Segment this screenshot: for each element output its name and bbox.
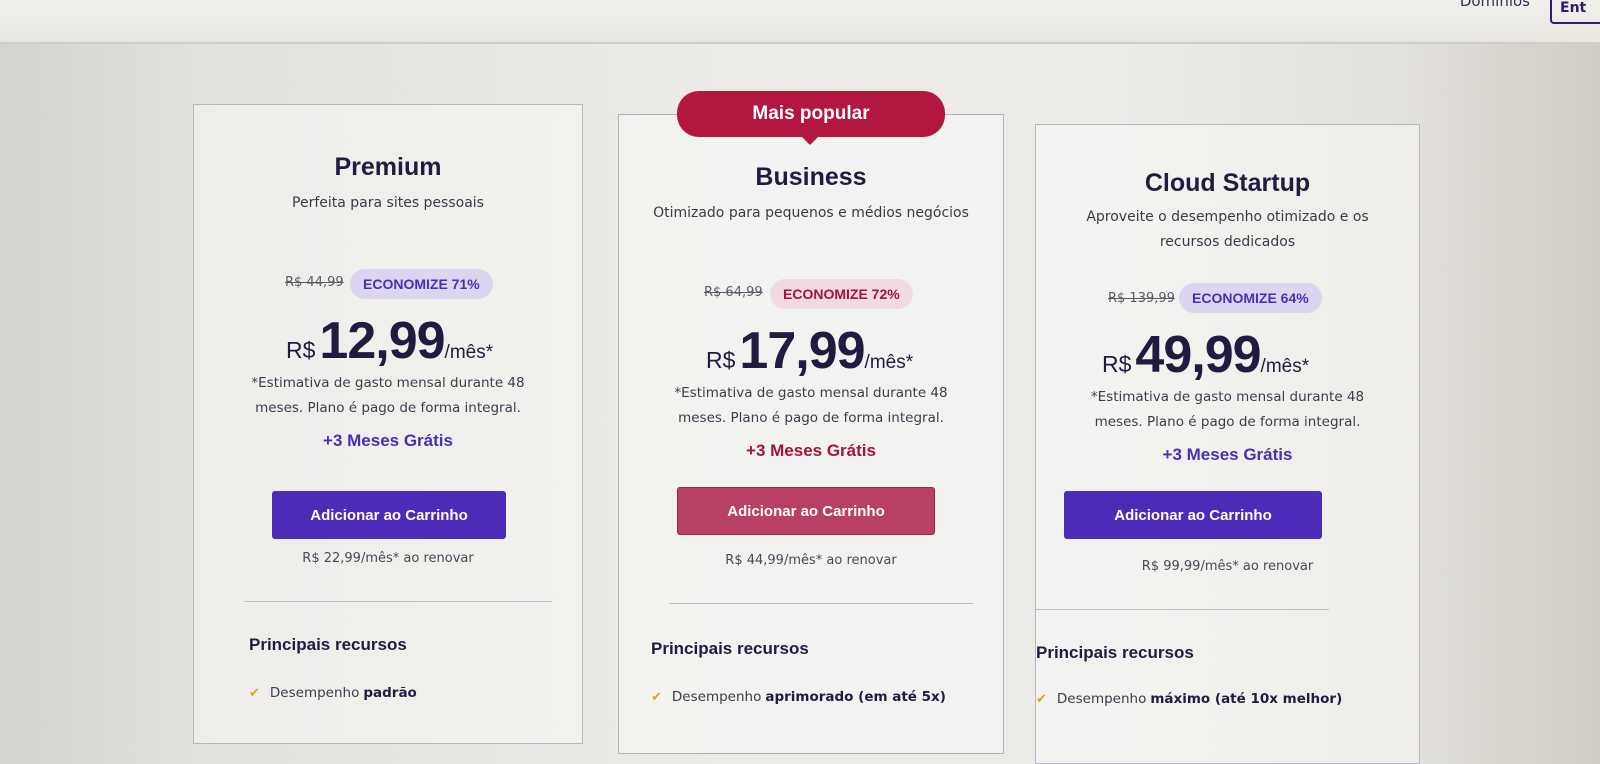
most-popular-badge: Mais popular bbox=[677, 91, 945, 145]
discount-badge: ECONOMIZE 64% bbox=[1179, 283, 1322, 313]
divider bbox=[669, 603, 973, 604]
price-period: /mês* bbox=[444, 342, 494, 363]
feature-label: Desempenho bbox=[1056, 691, 1147, 707]
plan-card-cloud-startup: Cloud Startup Aproveite o desempenho oti… bbox=[1035, 124, 1420, 764]
feature-label: Desempenho bbox=[671, 689, 762, 705]
price-currency: R$ bbox=[286, 337, 316, 363]
price-amount: 49,99 bbox=[1135, 326, 1261, 384]
renewal-price: R$ 44,99/mês* ao renovar bbox=[725, 553, 897, 568]
plan-subtitle: Otimizado para pequenos e médios negócio… bbox=[653, 205, 969, 221]
feature-value: padrão bbox=[363, 685, 417, 701]
plan-card-premium: Premium Perfeita para sites pessoais R$ … bbox=[193, 104, 583, 744]
divider bbox=[244, 601, 552, 602]
price-note: *Estimativa de gasto mensal durante 48 m… bbox=[251, 375, 525, 416]
renewal-price: R$ 99,99/mês* ao renovar bbox=[1141, 559, 1314, 574]
old-price: R$ 64,99 bbox=[704, 285, 763, 300]
plan-price: R$ 49,99 /mês* bbox=[1102, 325, 1309, 385]
add-to-cart-button[interactable]: Adicionar ao Carrinho bbox=[272, 491, 506, 539]
plan-title: Premium bbox=[334, 153, 442, 181]
feature-item: ✔ Desempenho máximo (até 10x melhor) bbox=[1036, 691, 1342, 707]
plan-title: Cloud Startup bbox=[1144, 169, 1311, 197]
price-amount: 12,99 bbox=[319, 312, 445, 370]
features-title: Principais recursos bbox=[651, 639, 809, 658]
login-button[interactable]: Ent bbox=[1550, 0, 1600, 24]
plan-card-business: Business Otimizado para pequenos e médio… bbox=[618, 114, 1004, 754]
discount-badge: ECONOMIZE 71% bbox=[350, 269, 493, 299]
top-navigation-bar: Domínios Ent bbox=[0, 0, 1600, 44]
price-currency: R$ bbox=[1102, 351, 1132, 377]
add-to-cart-button[interactable]: Adicionar ao Carrinho bbox=[1064, 491, 1322, 539]
bonus-months: +3 Meses Grátis bbox=[323, 431, 453, 450]
plan-title: Business bbox=[755, 163, 867, 191]
check-icon: ✔ bbox=[249, 685, 260, 701]
price-currency: R$ bbox=[706, 347, 736, 373]
features-title: Principais recursos bbox=[1036, 643, 1194, 662]
price-period: /mês* bbox=[1260, 356, 1310, 377]
old-price: R$ 139,99 bbox=[1108, 291, 1175, 306]
divider bbox=[1036, 609, 1329, 610]
price-period: /mês* bbox=[864, 352, 914, 373]
add-to-cart-button[interactable]: Adicionar ao Carrinho bbox=[677, 487, 935, 535]
bonus-months: +3 Meses Grátis bbox=[746, 441, 876, 460]
plan-price: R$ 12,99 /mês* bbox=[286, 311, 493, 371]
bonus-months: +3 Meses Grátis bbox=[1162, 445, 1293, 464]
plan-subtitle: Perfeita para sites pessoais bbox=[292, 195, 484, 211]
feature-value: aprimorado (em até 5x) bbox=[765, 689, 946, 705]
check-icon: ✔ bbox=[1036, 691, 1047, 707]
feature-item: ✔ Desempenho aprimorado (em até 5x) bbox=[651, 689, 946, 705]
renewal-price: R$ 22,99/mês* ao renovar bbox=[302, 551, 474, 566]
plan-subtitle: Aproveite o desempenho otimizado e os re… bbox=[1086, 209, 1369, 250]
check-icon: ✔ bbox=[651, 689, 662, 705]
feature-label: Desempenho bbox=[269, 685, 360, 701]
nav-link-domains[interactable]: Domínios bbox=[1460, 0, 1530, 10]
price-note: *Estimativa de gasto mensal durante 48 m… bbox=[674, 385, 948, 426]
price-amount: 17,99 bbox=[739, 322, 865, 380]
feature-item: ✔ Desempenho padrão bbox=[249, 685, 417, 701]
old-price: R$ 44,99 bbox=[285, 275, 344, 290]
discount-badge: ECONOMIZE 72% bbox=[770, 279, 913, 309]
plan-price: R$ 17,99 /mês* bbox=[706, 321, 913, 381]
feature-value: máximo (até 10x melhor) bbox=[1150, 691, 1343, 707]
features-title: Principais recursos bbox=[249, 635, 407, 654]
price-note: *Estimativa de gasto mensal durante 48 m… bbox=[1090, 389, 1365, 430]
